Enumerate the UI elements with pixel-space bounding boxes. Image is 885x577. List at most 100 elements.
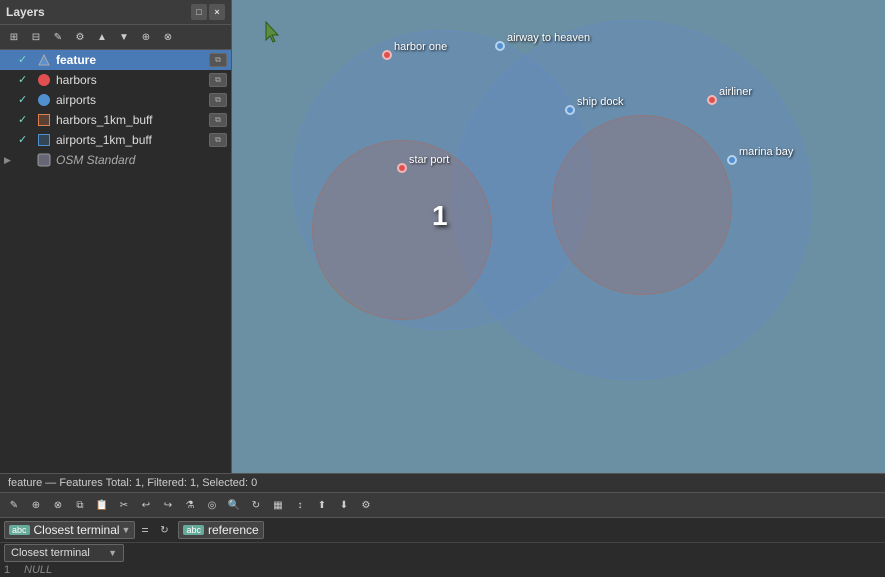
attr-delete-button[interactable]: ⊗ [48,495,68,515]
map-point-marina_bay [727,155,737,165]
layer-item-osm_standard[interactable]: ▶ OSM Standard [0,150,231,170]
map-canvas: harbor one airway to heaven ship dock airli… [232,0,885,473]
layer-end-icon-feature[interactable]: ⧉ [209,53,227,67]
layer-check-airports[interactable]: ✓ [18,93,32,107]
layer-item-airports[interactable]: ✓ airports ⧉ [0,90,231,110]
cursor-icon [262,20,282,47]
attr-undo-button[interactable]: ↩ [136,495,156,515]
map-label-airway_to_heaven: airway to heaven [507,32,590,44]
attr-import-button[interactable]: ⬇ [334,495,354,515]
ref-tag: abc [183,525,204,535]
layer-check-harbors[interactable]: ✓ [18,73,32,87]
field-selector-chevron: ▼ [122,525,131,535]
attr-sort-button[interactable]: ↕ [290,495,310,515]
attr-toolbar: ✎ ⊕ ⊗ ⧉ 📋 ✂ ↩ ↪ ⚗ ◎ 🔍 ↻ ▦ ↕ ⬆ ⬇ ⚙ [0,493,885,518]
reference-field[interactable]: abc reference [178,521,263,539]
layer-item-harbors_1km_buff[interactable]: ✓ harbors_1km_buff ⧉ [0,110,231,130]
layer-item-airports_1km_buff[interactable]: ✓ airports_1km_buff ⧉ [0,130,231,150]
collapse-all-button[interactable]: ⊗ [158,27,178,47]
sidebar-minimize-icon[interactable]: □ [191,4,207,20]
layer-icon-feature [36,52,52,68]
sidebar-header: Layers □ × [0,0,231,25]
buffer-circle [452,20,812,380]
layer-end-icon-harbors[interactable]: ⧉ [209,73,227,87]
layer-expand-osm_standard: ▶ [4,155,14,166]
layer-name-harbors_1km_buff: harbors_1km_buff [56,113,205,127]
field-selector-name: Closest terminal [34,523,120,537]
sidebar-header-icons: □ × [191,4,225,20]
layer-end-icon-airports[interactable]: ⧉ [209,93,227,107]
attr-copy-button[interactable]: ⧉ [70,495,90,515]
null-value: NULL [24,564,52,576]
bottom-panel: feature — Features Total: 1, Filtered: 1… [0,473,885,577]
status-bar: feature — Features Total: 1, Filtered: 1… [0,474,885,493]
attr-edit-button[interactable]: ✎ [4,495,24,515]
attr-settings-button[interactable]: ⚙ [356,495,376,515]
data-value-row: 1 NULL [0,563,885,577]
attr-paste-button[interactable]: 📋 [92,495,112,515]
field-selector-dropdown[interactable]: abc Closest terminal ▼ [4,521,135,539]
move-down-button[interactable]: ▼ [114,27,134,47]
attr-export-button[interactable]: ⬆ [312,495,332,515]
layer-icon-osm_standard [36,152,52,168]
attr-cut-button[interactable]: ✂ [114,495,134,515]
buffer-circle [312,140,492,320]
closest-terminal-dropdown[interactable]: Closest terminal ▼ [4,544,124,562]
attr-cols-button[interactable]: ▦ [268,495,288,515]
layer-check-harbors_1km_buff[interactable]: ✓ [18,113,32,127]
expand-all-button[interactable]: ⊕ [136,27,156,47]
map-label-ship_dock: ship dock [577,96,623,108]
layer-icon-harbors [36,72,52,88]
map-point-airliner [707,95,717,105]
dropdown-chevron-icon: ▼ [108,548,117,558]
layer-name-airports: airports [56,93,205,107]
add-layer-button[interactable]: ⊞ [4,27,24,47]
equals-sign: = [139,523,150,537]
buffer-circle [292,30,592,330]
map-label-marina_bay: marina bay [739,146,793,158]
layer-name-osm_standard: OSM Standard [56,153,227,167]
layer-name-feature: feature [56,53,205,67]
sidebar: Layers □ × ⊞ ⊟ ✎ ⚙ ▲ ▼ ⊕ ⊗ ✓ feature ⧉ ✓ har… [0,0,232,473]
layer-name-harbors: harbors [56,73,205,87]
filter-button[interactable]: ⚙ [70,27,90,47]
attr-add-button[interactable]: ⊕ [26,495,46,515]
layer-item-feature[interactable]: ✓ feature ⧉ [0,50,231,70]
status-text: feature — Features Total: 1, Filtered: 1… [8,477,257,489]
layer-end-icon-harbors_1km_buff[interactable]: ⧉ [209,113,227,127]
layer-item-harbors[interactable]: ✓ harbors ⧉ [0,70,231,90]
map-feature-number: 1 [432,200,448,232]
layer-icon-airports [36,92,52,108]
sidebar-close-icon[interactable]: × [209,4,225,20]
attr-redo-button[interactable]: ↪ [158,495,178,515]
layer-check-airports_1km_buff[interactable]: ✓ [18,133,32,147]
layer-check-feature[interactable]: ✓ [18,53,32,67]
layer-check-osm_standard[interactable] [18,153,32,167]
attr-zoom-button[interactable]: 🔍 [224,495,244,515]
row-number: 1 [4,564,20,576]
main-layout: Layers □ × ⊞ ⊟ ✎ ⚙ ▲ ▼ ⊕ ⊗ ✓ feature ⧉ ✓ har… [0,0,885,473]
sidebar-title: Layers [6,5,45,19]
buffer-circle [552,115,732,295]
closest-terminal-label: Closest terminal [11,547,90,559]
update-field-button[interactable]: ↻ [154,520,174,540]
map-area[interactable]: harbor one airway to heaven ship dock airli… [232,0,885,473]
map-label-airliner: airliner [719,86,752,98]
map-point-airway_to_heaven [495,41,505,51]
map-point-star_port [397,163,407,173]
layer-icon-airports_1km_buff [36,132,52,148]
map-label-harbor_one: harbor one [394,41,447,53]
layer-end-icon-airports_1km_buff[interactable]: ⧉ [209,133,227,147]
map-point-harbor_one [382,50,392,60]
attr-select-button[interactable]: ◎ [202,495,222,515]
attr-refresh-button[interactable]: ↻ [246,495,266,515]
remove-layer-button[interactable]: ⊟ [26,27,46,47]
layer-icon-harbors_1km_buff [36,112,52,128]
map-point-ship_dock [565,105,575,115]
data-header-row: Closest terminal ▼ [0,543,885,563]
ref-field-name: reference [208,523,259,537]
attr-filter-button[interactable]: ⚗ [180,495,200,515]
move-up-button[interactable]: ▲ [92,27,112,47]
layer-properties-button[interactable]: ✎ [48,27,68,47]
layer-name-airports_1km_buff: airports_1km_buff [56,133,205,147]
